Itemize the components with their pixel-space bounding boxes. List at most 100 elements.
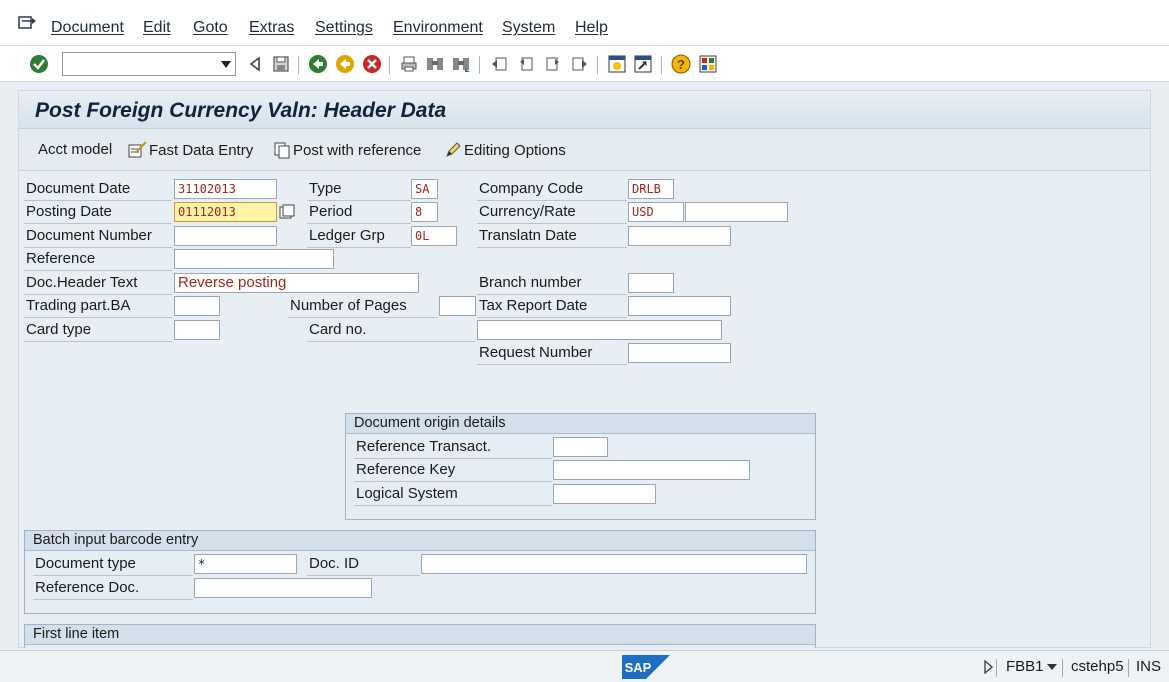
company-code-field[interactable]: DRLB: [628, 179, 674, 199]
back-nav-icon[interactable]: [244, 53, 266, 75]
insert-mode[interactable]: INS: [1136, 658, 1161, 675]
toolbar-separator: [661, 56, 662, 74]
find-icon[interactable]: [424, 53, 446, 75]
number-of-pages-label: Number of Pages: [288, 296, 438, 318]
reference-field[interactable]: [174, 249, 334, 269]
command-field[interactable]: [62, 52, 236, 76]
svg-text:SAP: SAP: [625, 660, 652, 675]
post-ref-label: Post with reference: [293, 141, 422, 159]
menu-help[interactable]: Help: [575, 19, 608, 37]
exit-icon[interactable]: [334, 53, 356, 75]
menu-extras[interactable]: Extras: [249, 19, 294, 37]
request-number-field[interactable]: [628, 343, 731, 363]
document-date-field[interactable]: 31102013: [174, 179, 277, 199]
back-icon[interactable]: [307, 53, 329, 75]
company-code-label: Company Code: [477, 179, 627, 201]
standard-toolbar: ?: [0, 46, 1169, 82]
card-type-label: Card type: [24, 320, 172, 342]
currency-field[interactable]: USD: [628, 202, 684, 222]
card-no-label: Card no.: [307, 320, 475, 342]
last-page-icon[interactable]: [568, 53, 590, 75]
prev-page-icon[interactable]: [515, 53, 537, 75]
menu-document[interactable]: Document: [51, 19, 124, 37]
chevron-down-icon[interactable]: [221, 61, 231, 68]
toolbar-separator: [298, 56, 299, 74]
doc-id-label: Doc. ID: [307, 554, 420, 576]
print-icon[interactable]: [398, 53, 420, 75]
ledger-group-field[interactable]: 0L: [411, 226, 457, 246]
card-no-field[interactable]: [477, 320, 722, 340]
barcode-document-type-label: Document type: [33, 554, 193, 576]
sap-logo: SAP: [622, 655, 670, 679]
tax-report-date-label: Tax Report Date: [477, 296, 627, 318]
title-bar: Post Foreign Currency Valn: Header Data: [19, 91, 1150, 129]
reference-key-field[interactable]: [553, 460, 750, 480]
period-field[interactable]: 8: [411, 202, 438, 222]
doc-header-text-label: Doc.Header Text: [24, 273, 172, 295]
menu-icon[interactable]: [18, 15, 36, 31]
number-of-pages-field[interactable]: [439, 296, 476, 316]
transaction-code[interactable]: FBB1: [1006, 658, 1044, 675]
cancel-icon[interactable]: [361, 53, 383, 75]
save-icon[interactable]: [270, 53, 292, 75]
currency-rate-label: Currency/Rate: [477, 202, 627, 224]
first-page-icon[interactable]: [489, 53, 511, 75]
branch-number-field[interactable]: [628, 273, 674, 293]
enter-icon[interactable]: [28, 53, 50, 75]
type-label: Type: [307, 179, 411, 201]
application-toolbar: Acct model Fast Data Entry Post with ref…: [19, 129, 1150, 171]
menu-settings[interactable]: Settings: [315, 19, 373, 37]
tax-report-date-field[interactable]: [628, 296, 731, 316]
find-next-icon[interactable]: [450, 53, 472, 75]
shortcut-icon[interactable]: [632, 53, 654, 75]
menu-environment[interactable]: Environment: [393, 19, 483, 37]
acct-model-label: Acct model: [38, 141, 113, 158]
logical-system-label: Logical System: [354, 484, 552, 506]
posting-date-field[interactable]: 01112013: [174, 202, 277, 222]
exchange-rate-field[interactable]: [685, 202, 788, 222]
status-bar: SAP FBB1 cstehp5 INS: [0, 650, 1169, 682]
help-icon[interactable]: ?: [670, 53, 692, 75]
status-separator: [1062, 659, 1063, 677]
request-number-label: Request Number: [477, 343, 627, 365]
menu-edit[interactable]: Edit: [143, 19, 171, 37]
doc-id-field[interactable]: [421, 554, 807, 574]
trading-part-field[interactable]: [174, 296, 220, 316]
editing-options-button[interactable]: Editing Options: [444, 141, 566, 159]
document-origin-title: Document origin details: [346, 414, 815, 434]
page-title: Post Foreign Currency Valn: Header Data: [35, 99, 447, 122]
new-session-icon[interactable]: [606, 53, 628, 75]
document-origin-group: Document origin details Reference Transa…: [345, 413, 816, 520]
document-number-field[interactable]: [174, 226, 277, 246]
fast-entry-label: Fast Data Entry: [149, 141, 254, 159]
status-separator: [1128, 659, 1129, 677]
toolbar-separator: [597, 56, 598, 74]
card-type-field[interactable]: [174, 320, 220, 340]
period-label: Period: [307, 202, 411, 224]
chevron-down-icon[interactable]: [1047, 664, 1057, 670]
barcode-document-type-field[interactable]: *: [194, 554, 297, 574]
reference-label: Reference: [24, 249, 172, 271]
copy-document-icon: [274, 142, 290, 159]
doc-header-text-field[interactable]: Reverse posting: [174, 273, 419, 293]
next-page-icon[interactable]: [542, 53, 564, 75]
toolbar-separator: [389, 56, 390, 74]
status-separator: [996, 659, 997, 677]
reference-transact-field[interactable]: [553, 437, 608, 457]
type-field[interactable]: SA: [411, 179, 438, 199]
editing-label: Editing Options: [464, 141, 566, 159]
logical-system-field[interactable]: [553, 484, 656, 504]
acct-model-button[interactable]: Acct model: [38, 141, 112, 158]
posting-date-label: Posting Date: [24, 202, 172, 224]
play-status-icon[interactable]: [983, 660, 993, 674]
first-line-item-group: First line item: [24, 624, 816, 648]
reference-doc-field[interactable]: [194, 578, 372, 598]
translation-date-field[interactable]: [628, 226, 731, 246]
post-with-reference-button[interactable]: Post with reference: [273, 141, 421, 159]
barcode-entry-title: Batch input barcode entry: [25, 531, 815, 551]
calendar-icon[interactable]: [279, 204, 295, 220]
layout-icon[interactable]: [697, 53, 719, 75]
menu-goto[interactable]: Goto: [193, 19, 228, 37]
fast-data-entry-button[interactable]: Fast Data Entry: [127, 141, 253, 159]
menu-system[interactable]: System: [502, 19, 555, 37]
